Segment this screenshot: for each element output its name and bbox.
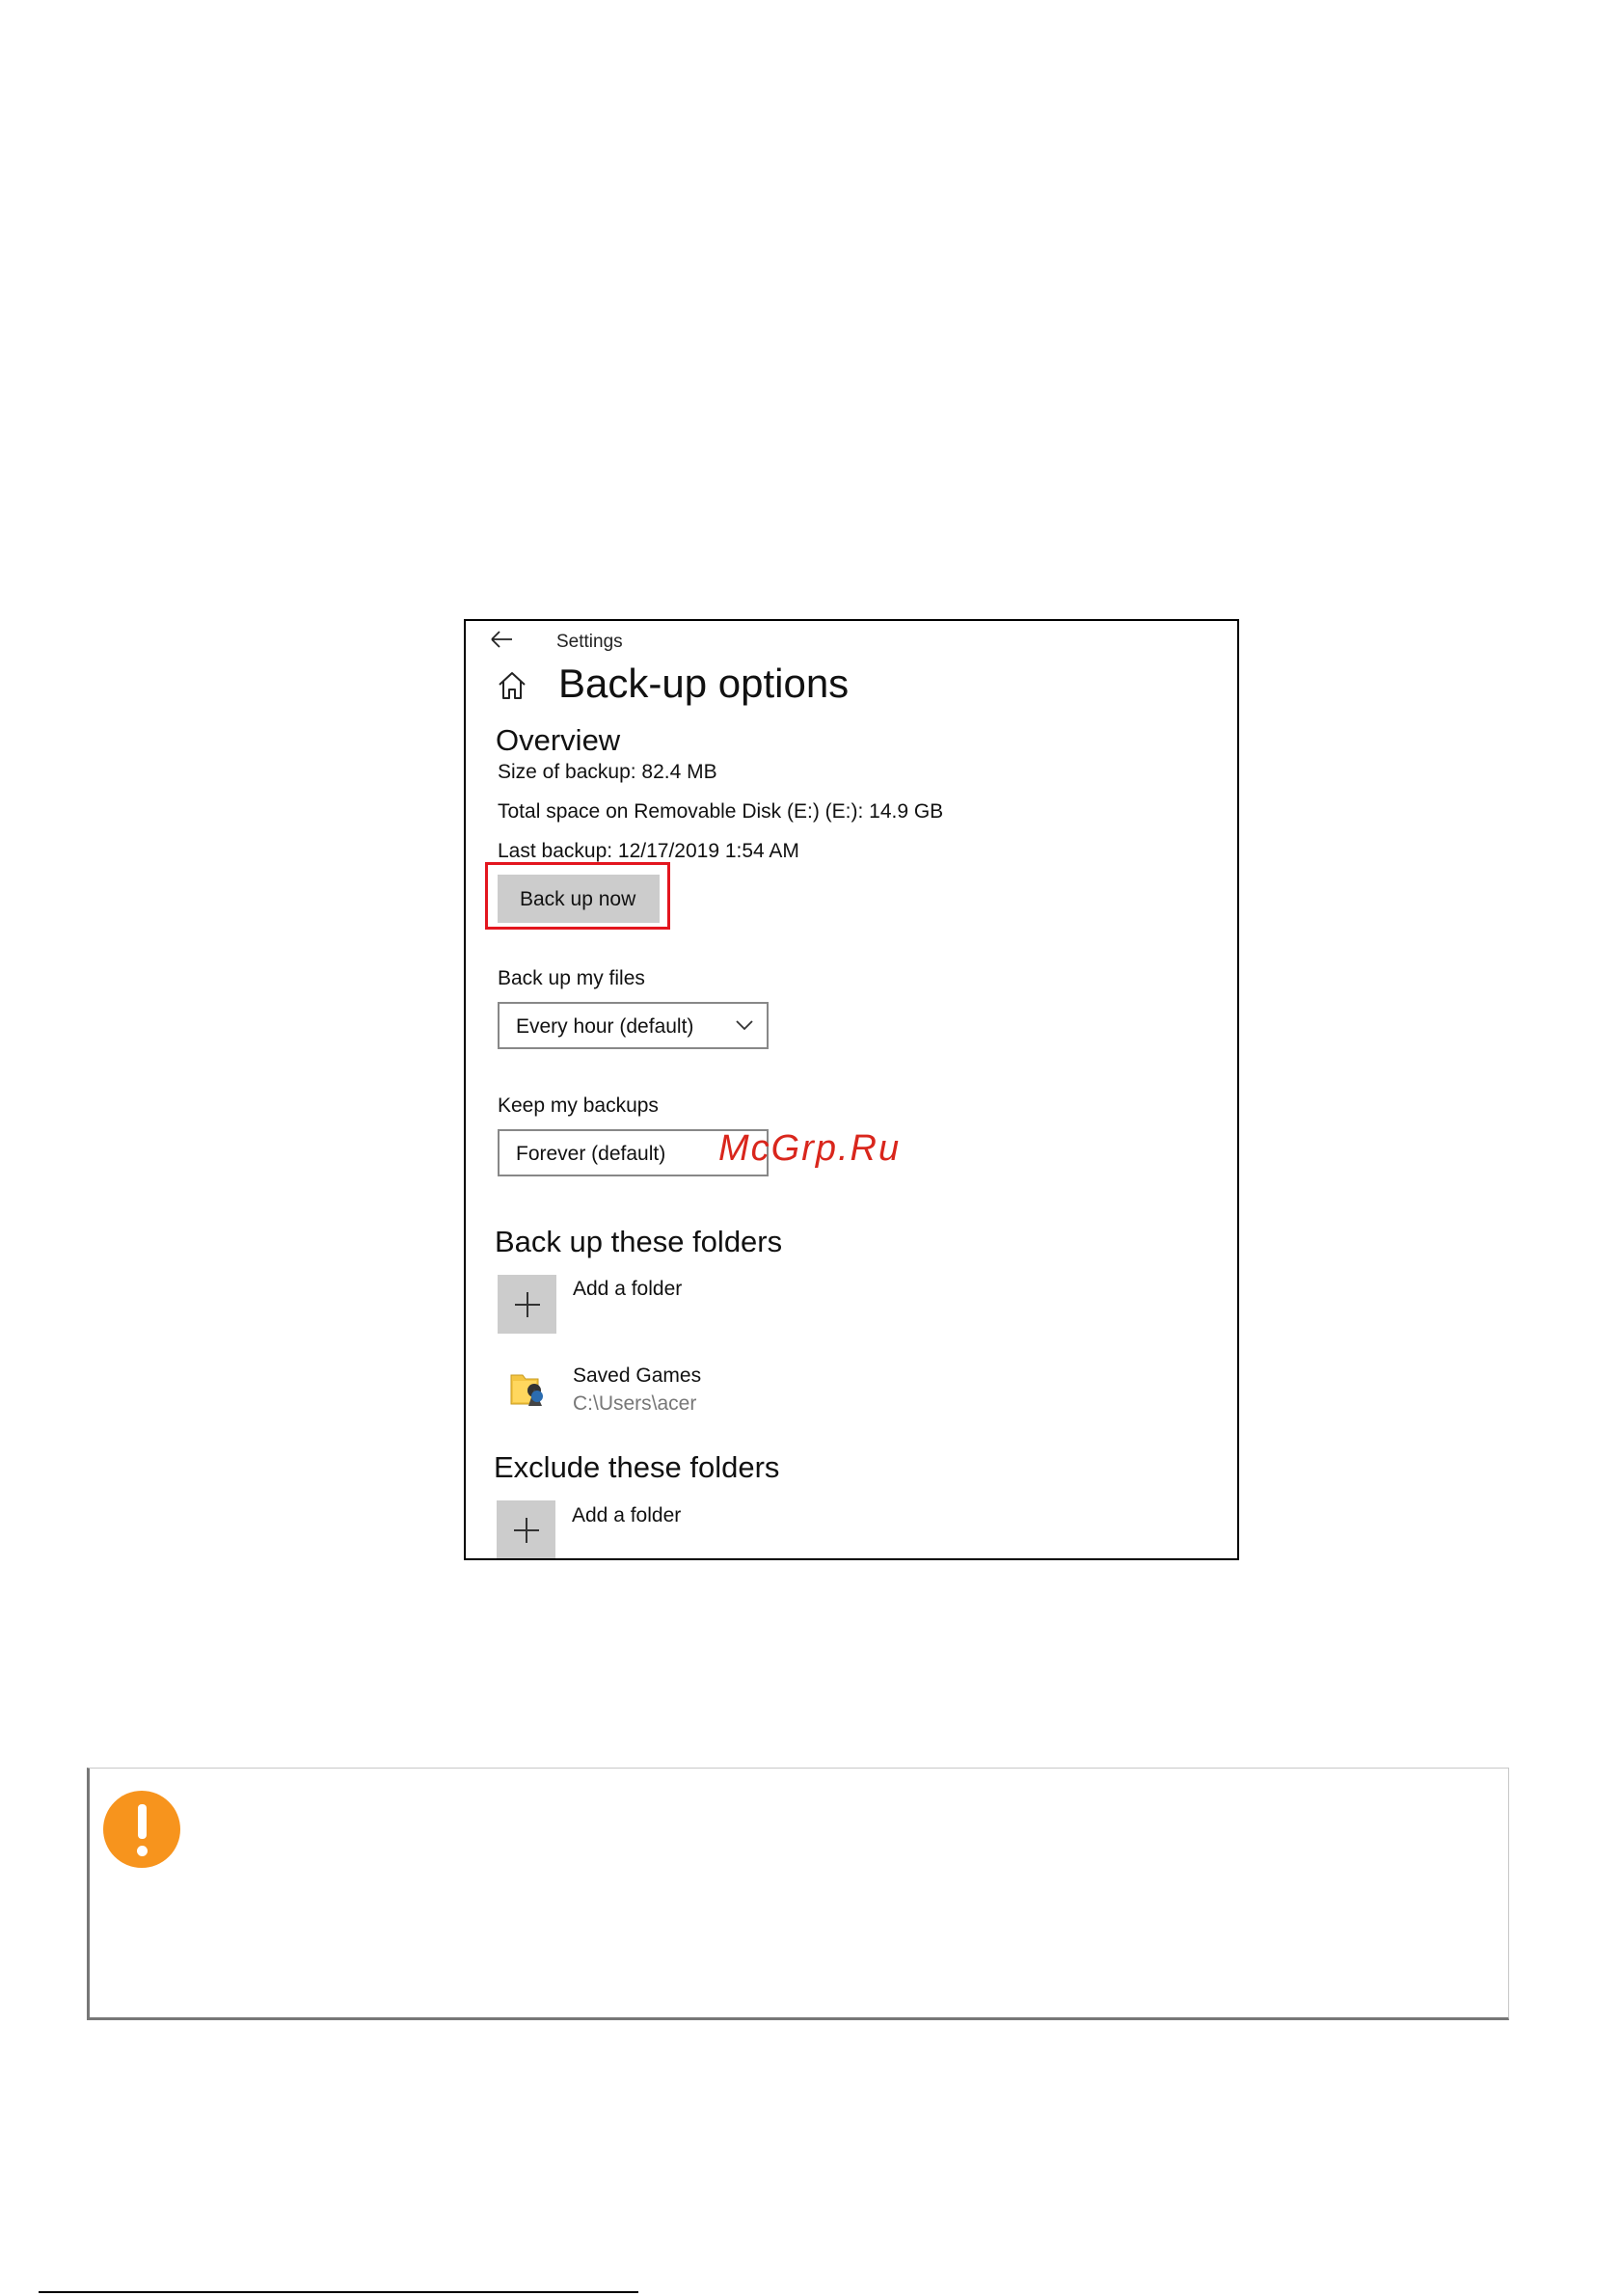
overview-heading: Overview	[496, 723, 621, 757]
add-backup-folder-button[interactable]	[498, 1275, 556, 1334]
warning-icon	[103, 1791, 180, 1868]
settings-window: Settings Back-up options Overview Size o…	[464, 619, 1239, 1560]
backup-folders-heading: Back up these folders	[495, 1225, 783, 1258]
saved-games-folder-icon	[507, 1367, 550, 1410]
total-space: Total space on Removable Disk (E:) (E:):…	[498, 800, 944, 823]
keep-backups-label: Keep my backups	[498, 1094, 659, 1117]
keep-backups-value: Forever (default)	[516, 1143, 666, 1165]
backup-frequency-label: Back up my files	[498, 967, 645, 989]
home-icon[interactable]	[496, 669, 528, 702]
folder-list-item[interactable]: Saved Games C:\Users\acer	[498, 1364, 883, 1421]
note-box	[87, 1768, 1509, 2020]
add-backup-folder-label[interactable]: Add a folder	[573, 1279, 682, 1299]
chevron-down-icon	[735, 1018, 754, 1032]
footer-divider	[39, 2291, 638, 2293]
back-arrow-icon[interactable]	[489, 629, 516, 650]
backup-frequency-select[interactable]: Every hour (default)	[498, 1002, 769, 1049]
watermark: McGrp.Ru	[718, 1128, 902, 1169]
backup-frequency-value: Every hour (default)	[516, 1015, 694, 1038]
last-backup: Last backup: 12/17/2019 1:54 AM	[498, 840, 799, 862]
highlight-frame	[485, 862, 670, 930]
exclude-folders-heading: Exclude these folders	[494, 1450, 780, 1484]
window-title: Settings	[556, 632, 623, 652]
size-of-backup: Size of backup: 82.4 MB	[498, 761, 717, 783]
folder-name: Saved Games	[573, 1364, 702, 1387]
folder-path: C:\Users\acer	[573, 1392, 697, 1415]
page-title: Back-up options	[558, 661, 850, 706]
add-excluded-folder-label[interactable]: Add a folder	[572, 1505, 681, 1526]
add-excluded-folder-button[interactable]	[497, 1500, 555, 1558]
